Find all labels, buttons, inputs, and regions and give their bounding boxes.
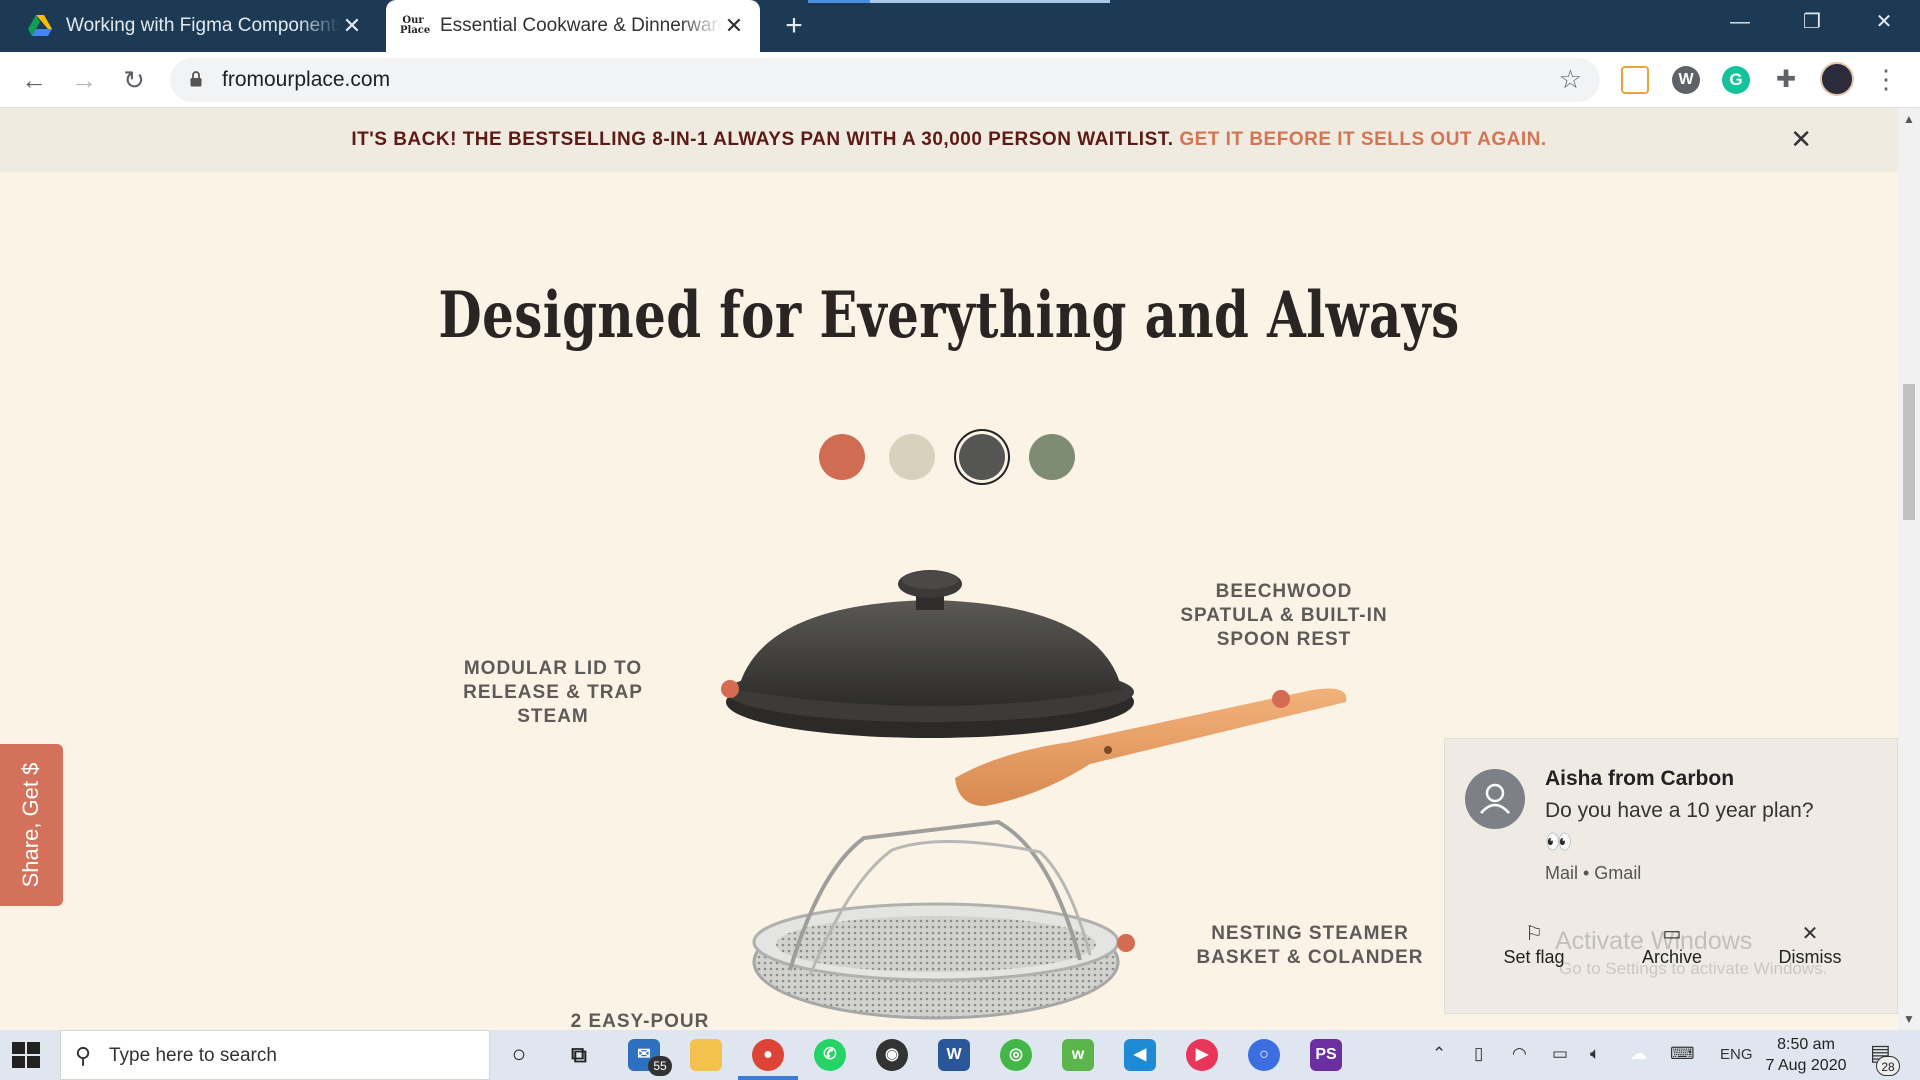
media-player-icon[interactable]: ◉ xyxy=(876,1039,908,1071)
keyboard-icon[interactable]: ⌨ xyxy=(1670,1044,1695,1064)
scroll-down-icon[interactable]: ▼ xyxy=(1898,1012,1920,1026)
hotspot-lid[interactable] xyxy=(721,680,739,698)
hotspot-spatula[interactable] xyxy=(1272,690,1290,708)
notification-source: Mail • Gmail xyxy=(1545,863,1642,883)
task-view-icon[interactable]: ⧉ xyxy=(563,1039,595,1071)
feature-label-line: MODULAR LID TO xyxy=(463,658,643,679)
share-get-money-tab[interactable]: Share, Get $ xyxy=(0,744,63,906)
vscode-icon[interactable]: ◀ xyxy=(1124,1039,1156,1071)
chrome-icon[interactable]: ● xyxy=(752,1039,784,1071)
show-hidden-icons-icon[interactable]: ⌃ xyxy=(1432,1044,1446,1064)
upwork-icon[interactable]: w xyxy=(1062,1039,1094,1071)
mail-unread-badge: 55 xyxy=(648,1056,672,1076)
archive-button[interactable]: ▭ Archive xyxy=(1617,921,1727,968)
notifications-count-badge: 28 xyxy=(1876,1056,1900,1076)
clock-time: 8:50 am xyxy=(1777,1036,1835,1053)
scroll-up-icon[interactable]: ▲ xyxy=(1898,112,1920,126)
onedrive-icon[interactable]: ☁ xyxy=(1630,1044,1647,1064)
feature-label-line: BASKET & COLANDER xyxy=(1196,947,1424,968)
clock-date: 7 Aug 2020 xyxy=(1765,1057,1847,1074)
volume-icon[interactable]: 🔈︎ xyxy=(1590,1044,1600,1064)
word-icon[interactable]: W xyxy=(938,1039,970,1071)
notification-sender: Aisha from Carbon xyxy=(1545,767,1735,790)
green-app-icon[interactable]: ◎ xyxy=(1000,1039,1032,1071)
hotspot-steamer[interactable] xyxy=(1117,934,1135,952)
windows-taskbar: ⚲ Type here to search ○ ⧉ ✉ 55 ● ✆ ◉ W ◎… xyxy=(0,1030,1920,1080)
notification-message: Do you have a 10 year plan? xyxy=(1545,799,1814,822)
flag-icon: ⚐ xyxy=(1525,923,1543,945)
search-placeholder: Type here to search xyxy=(109,1045,277,1066)
dismiss-button[interactable]: ✕ Dismiss xyxy=(1755,921,1865,968)
mail-notification-toast[interactable]: Aisha from Carbon Do you have a 10 year … xyxy=(1444,738,1898,1014)
dismiss-label: Dismiss xyxy=(1778,947,1842,967)
page-scrollbar[interactable]: ▲ ▼ xyxy=(1898,108,1920,1030)
dismiss-icon: ✕ xyxy=(1801,923,1819,945)
chromium-icon[interactable]: ○ xyxy=(1248,1039,1280,1071)
steamer-basket-image xyxy=(752,819,1120,1020)
feature-label-line: BEECHWOOD xyxy=(1215,581,1353,602)
feature-label-spatula: BEECHWOOD SPATULA & BUILT-IN SPOON REST xyxy=(1152,580,1416,652)
feature-label-line: RELEASE & TRAP xyxy=(463,682,643,703)
wifi-icon[interactable]: ◠ xyxy=(1512,1044,1527,1064)
battery-icon[interactable]: ▭ xyxy=(1552,1044,1568,1064)
share-tab-label: Share, Get $ xyxy=(18,762,43,888)
scroll-thumb[interactable] xyxy=(1903,384,1915,520)
feature-label-line: SPOON REST xyxy=(1216,629,1352,650)
phpstorm-icon[interactable]: PS xyxy=(1310,1039,1342,1071)
set-flag-label: Set flag xyxy=(1503,947,1565,967)
feature-label-line: NESTING STEAMER xyxy=(1211,923,1409,944)
archive-icon: ▭ xyxy=(1662,923,1682,945)
usb-icon[interactable]: ▯ xyxy=(1474,1044,1483,1064)
language-indicator[interactable]: ENG xyxy=(1720,1046,1753,1063)
feature-label-line: STEAM xyxy=(517,706,589,727)
media-app-icon[interactable]: ▶ xyxy=(1186,1039,1218,1071)
feature-label-lid: MODULAR LID TO RELEASE & TRAP STEAM xyxy=(428,657,678,729)
chrome-active-indicator xyxy=(738,1076,798,1080)
sender-avatar-icon xyxy=(1465,769,1525,829)
taskbar-search-box[interactable]: ⚲ Type here to search xyxy=(60,1030,490,1080)
file-explorer-icon[interactable] xyxy=(690,1039,722,1071)
search-icon: ⚲ xyxy=(75,1043,92,1068)
feature-label-line: SPATULA & BUILT-IN xyxy=(1180,605,1388,626)
taskbar-clock[interactable]: 8:50 am 7 Aug 2020 xyxy=(1756,1034,1856,1076)
eyes-emoji: 👀 xyxy=(1545,829,1572,854)
cortana-icon[interactable]: ○ xyxy=(503,1039,535,1071)
lid-image xyxy=(726,570,1134,738)
archive-label: Archive xyxy=(1641,947,1703,967)
windows-start-icon[interactable] xyxy=(12,1042,40,1068)
feature-label-steamer: NESTING STEAMER BASKET & COLANDER xyxy=(1174,922,1446,970)
set-flag-button[interactable]: ⚐ Set flag xyxy=(1479,921,1589,968)
whatsapp-icon[interactable]: ✆ xyxy=(814,1039,846,1071)
